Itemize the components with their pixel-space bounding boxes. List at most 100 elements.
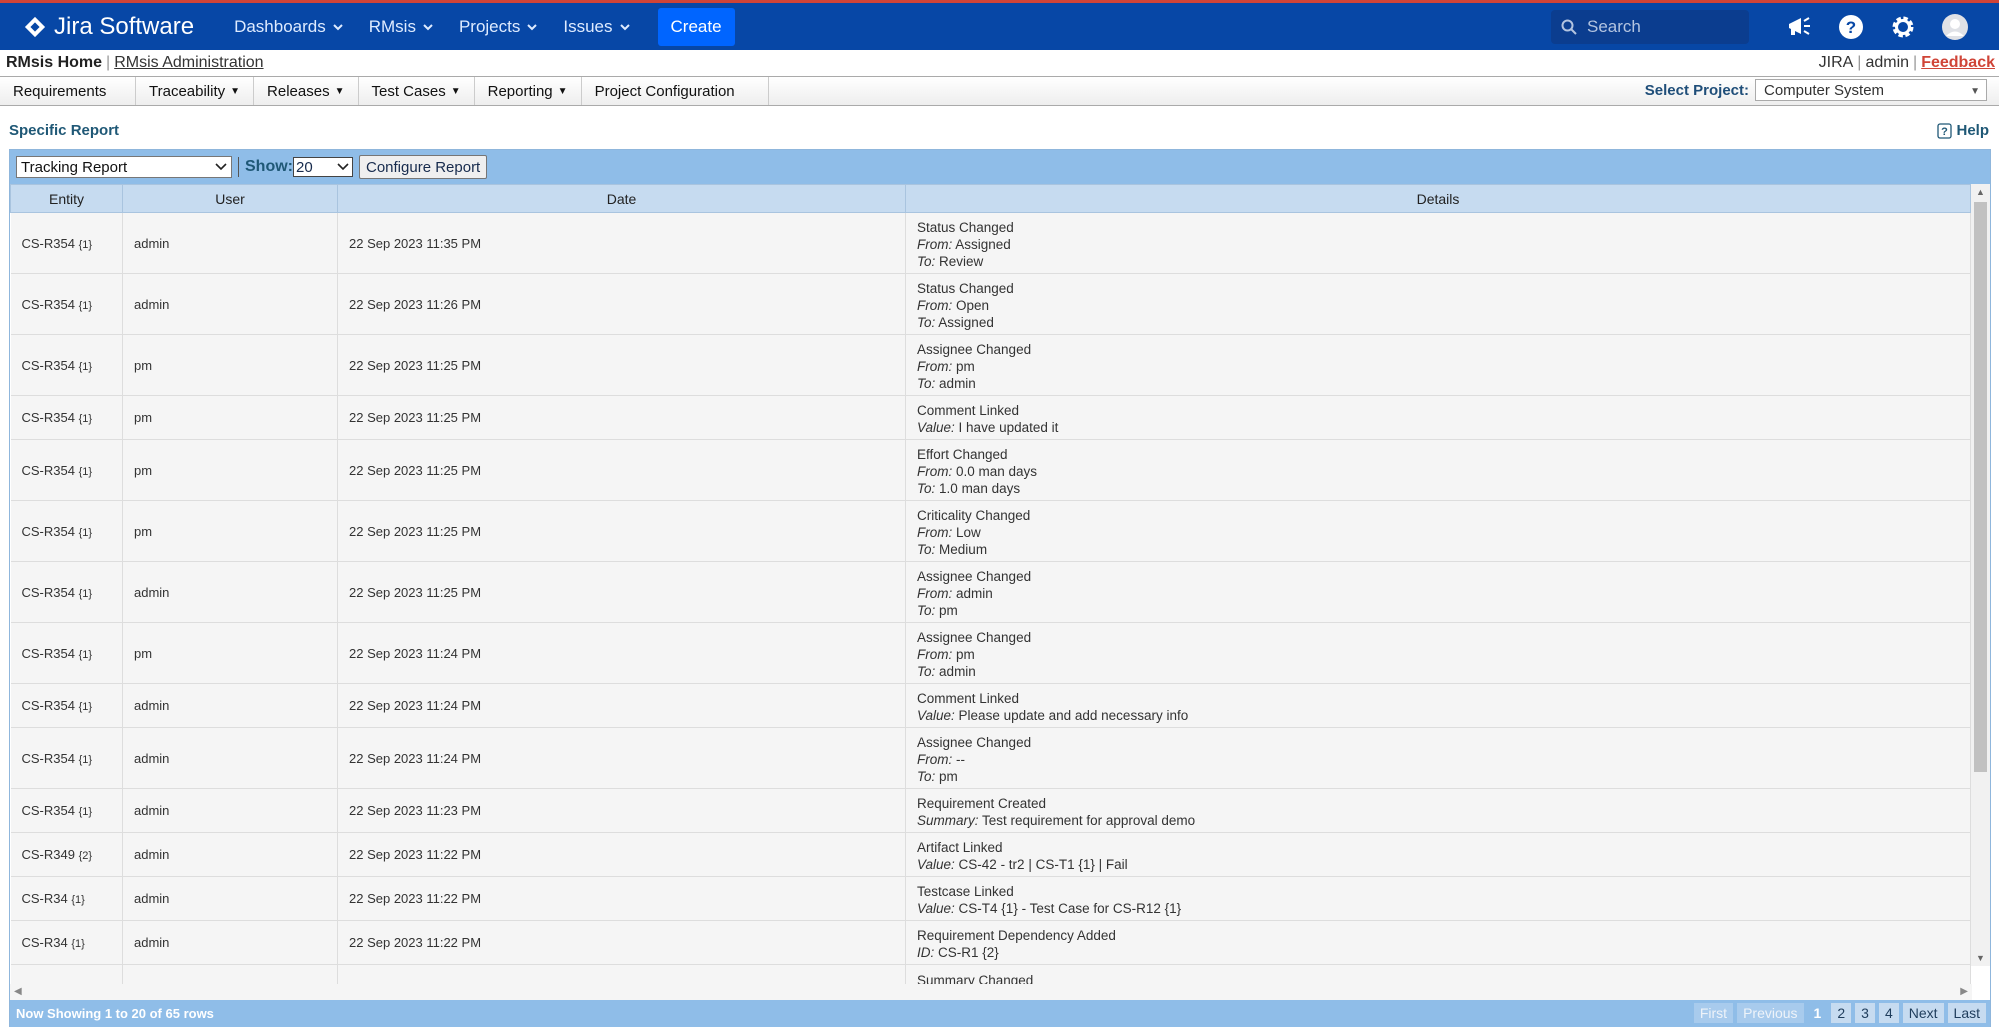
detail-title: Assignee Changed: [917, 341, 1032, 357]
table-row[interactable]: CS-R354 {1} pm 22 Sep 2023 11:25 PM Critica…: [10, 500, 1971, 562]
cell-user: admin: [122, 920, 338, 965]
nav-projects[interactable]: Projects: [459, 17, 538, 37]
menu-releases[interactable]: Releases ▼: [254, 77, 359, 105]
rmsis-home-link[interactable]: RMsis Home: [6, 54, 102, 72]
jira-logo[interactable]: Jira Software: [24, 13, 194, 41]
vertical-scrollbar[interactable]: ▲ ▼: [1971, 184, 1990, 966]
search-input[interactable]: Search: [1551, 9, 1749, 44]
table-row[interactable]: CS-R354 {1} admin 22 Sep 2023 11:26 PM Stat…: [10, 273, 1971, 335]
detail-line: To: pm: [917, 602, 1970, 619]
menu-requirements[interactable]: Requirements: [0, 77, 136, 105]
dropdown-arrow-icon: ▼: [557, 85, 568, 97]
pager-1-button[interactable]: 1: [1808, 1003, 1828, 1023]
project-select[interactable]: Computer System ▼: [1755, 79, 1987, 101]
pager-next-button[interactable]: Next: [1902, 1003, 1944, 1023]
jira-link[interactable]: JIRA: [1819, 54, 1854, 72]
menu-project-configuration[interactable]: Project Configuration: [582, 77, 769, 105]
pagination: First Previous 1 2 3 4 Next Last: [1690, 1003, 1986, 1023]
settings-gear-icon[interactable]: [1889, 13, 1917, 41]
menu-traceability[interactable]: Traceability ▼: [136, 77, 255, 105]
table-row[interactable]: CS-R354 {1} pm 22 Sep 2023 11:24 PM Assigne…: [10, 622, 1971, 684]
pager-2-button[interactable]: 2: [1831, 1003, 1852, 1023]
table-row[interactable]: CS-R354 {1} admin 22 Sep 2023 11:23 PM Requ…: [10, 788, 1971, 833]
main-nav: Dashboards RMsis Projects Issues Create: [234, 7, 735, 46]
cell-date: 22 Sep 2023 11:35 PM: [337, 212, 906, 274]
cell-entity[interactable]: CS-R354 {1}: [10, 622, 123, 684]
cell-entity[interactable]: CS-R354 {1}: [10, 500, 123, 562]
cell-user: admin: [122, 832, 338, 877]
cell-entity[interactable]: CS-R354 {1}: [10, 788, 123, 833]
cell-entity[interactable]: CS-R354 {1}: [10, 561, 123, 623]
rmsis-admin-link[interactable]: RMsis Administration: [114, 54, 263, 72]
cell-entity[interactable]: CS-R34 {1}: [10, 876, 123, 921]
nav-rmsis[interactable]: RMsis: [369, 17, 433, 37]
user-avatar-icon[interactable]: [1941, 13, 1969, 41]
column-header-details[interactable]: Details: [905, 184, 1971, 213]
menu-reporting[interactable]: Reporting ▼: [475, 77, 582, 105]
scroll-down-arrow-icon[interactable]: ▼: [1976, 953, 1985, 963]
scroll-up-arrow-icon[interactable]: ▲: [1976, 187, 1985, 197]
table-row[interactable]: CS-R354 {1} admin 22 Sep 2023 11:24 PM Comm…: [10, 683, 1971, 728]
cell-user: pm: [122, 622, 338, 684]
rows-per-page-select[interactable]: 20: [293, 157, 353, 177]
nav-issues[interactable]: Issues: [563, 17, 630, 37]
pager-last-button[interactable]: Last: [1947, 1003, 1986, 1023]
table-row[interactable]: CS-R34 {1} admin 22 Sep 2023 11:22 PM Testc…: [10, 876, 1971, 921]
detail-key: Value:: [917, 900, 955, 916]
cell-entity[interactable]: CS-R354 {1}: [10, 395, 123, 440]
cell-details: Requirement Dependency Added ID: CS-R1 {2…: [905, 920, 1971, 965]
cell-entity[interactable]: CS-R349 {2}: [10, 832, 123, 877]
configure-report-button[interactable]: Configure Report: [359, 155, 488, 179]
horizontal-scrollbar[interactable]: ◀ ▶: [10, 984, 1972, 1000]
pager-first-button[interactable]: First: [1693, 1003, 1734, 1023]
table-row[interactable]: CS-R354 {1} pm 22 Sep 2023 11:25 PM Assigne…: [10, 334, 1971, 396]
table-row[interactable]: CS-R354 {1} admin 22 Sep 2023 11:25 PM Assi…: [10, 561, 1971, 623]
cell-entity[interactable]: CS-R354 {1}: [10, 334, 123, 396]
detail-title: Comment Linked: [917, 690, 1020, 706]
cell-entity[interactable]: CS-R34 {1}: [10, 920, 123, 965]
report-type-select[interactable]: Tracking Report: [16, 156, 232, 178]
announcement-icon[interactable]: [1785, 13, 1813, 41]
table-row[interactable]: CS-R354 {1} admin 22 Sep 2023 11:24 PM Assi…: [10, 727, 1971, 789]
column-header-date[interactable]: Date: [337, 184, 906, 213]
cell-entity[interactable]: CS-R354 {1}: [10, 212, 123, 274]
entity-id: CS-R354: [21, 645, 75, 661]
menu-test-cases[interactable]: Test Cases ▼: [359, 77, 475, 105]
pager-previous-button[interactable]: Previous: [1737, 1003, 1804, 1023]
detail-key: From:: [917, 524, 953, 540]
user-link[interactable]: admin: [1865, 54, 1909, 72]
detail-value: Medium: [939, 541, 988, 557]
column-header-entity[interactable]: Entity: [10, 184, 123, 213]
column-header-user[interactable]: User: [122, 184, 338, 213]
dropdown-arrow-icon: ▼: [230, 85, 241, 97]
nav-dashboards[interactable]: Dashboards: [234, 17, 343, 37]
entity-version: {1}: [78, 413, 93, 425]
detail-line: To: Assigned: [917, 314, 1970, 331]
cell-date: 22 Sep 2023 11:25 PM: [337, 395, 906, 440]
help-link[interactable]: ? Help: [1937, 122, 1989, 139]
cell-entity[interactable]: CS-R354 {1}: [10, 439, 123, 501]
scroll-left-arrow-icon[interactable]: ◀: [14, 986, 22, 997]
table-row[interactable]: CS-R354 {1} pm 22 Sep 2023 11:25 PM Effort …: [10, 439, 1971, 501]
help-icon[interactable]: ?: [1837, 13, 1865, 41]
table-row[interactable]: CS-R354 {1} admin 22 Sep 2023 11:35 PM Stat…: [10, 212, 1971, 274]
cell-entity[interactable]: CS-R354 {1}: [10, 273, 123, 335]
scrollbar-thumb[interactable]: [1974, 202, 1987, 772]
table-row[interactable]: CS-R34 {1} admin 22 Sep 2023 11:22 PM Requi…: [10, 920, 1971, 965]
scroll-right-arrow-icon[interactable]: ▶: [1960, 986, 1968, 997]
table-row[interactable]: Summary Changed: [10, 964, 1971, 984]
feedback-link[interactable]: Feedback: [1921, 54, 1995, 72]
table-row[interactable]: CS-R349 {2} admin 22 Sep 2023 11:22 PM Arti…: [10, 832, 1971, 877]
jira-topbar: Jira Software Dashboards RMsis Projects …: [0, 0, 1999, 50]
pager-3-button[interactable]: 3: [1855, 1003, 1875, 1023]
cell-date: 22 Sep 2023 11:23 PM: [337, 788, 906, 833]
cell-entity[interactable]: CS-R354 {1}: [10, 727, 123, 789]
create-button[interactable]: Create: [657, 7, 735, 46]
detail-value: Please update and add necessary info: [958, 707, 1189, 723]
table-row[interactable]: CS-R354 {1} pm 22 Sep 2023 11:25 PM Comment…: [10, 395, 1971, 440]
cell-entity[interactable]: [10, 964, 123, 984]
pager-4-button[interactable]: 4: [1878, 1003, 1899, 1023]
cell-entity[interactable]: CS-R354 {1}: [10, 683, 123, 728]
cell-date: 22 Sep 2023 11:22 PM: [337, 832, 906, 877]
cell-user: admin: [122, 273, 338, 335]
